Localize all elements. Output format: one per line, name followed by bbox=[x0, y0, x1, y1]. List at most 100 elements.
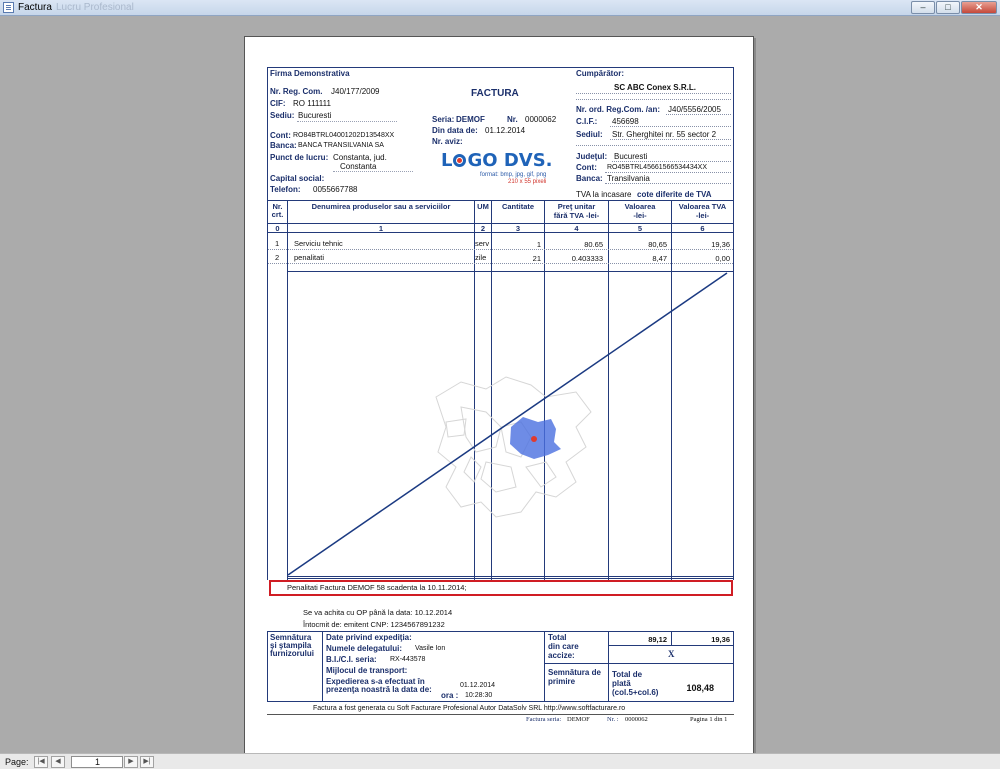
foot-nr-label: Nr. : bbox=[607, 716, 619, 723]
cell-valoare: 80,65 bbox=[648, 240, 667, 249]
supplier-reg-label: Nr. Reg. Com. bbox=[270, 87, 323, 96]
col-header-denumire: Denumirea produselor sau a serviciilor bbox=[311, 202, 451, 211]
cell-valoare: 8,47 bbox=[652, 254, 667, 263]
supplier-name: Firma Demonstrativa bbox=[270, 69, 350, 78]
col-header-pret-1: Preţ unitar bbox=[557, 202, 596, 211]
buyer-banca-label: Banca: bbox=[576, 174, 603, 183]
col-number: 4 bbox=[574, 224, 579, 233]
invoice-serie: DEMOF bbox=[456, 115, 485, 124]
semn-primire-1: Semnătura de bbox=[548, 668, 601, 677]
col-header-cantitate: Cantitate bbox=[501, 202, 535, 211]
supplier-capital-label: Capital social: bbox=[270, 174, 325, 183]
delegat-value: Vasile Ion bbox=[415, 645, 446, 652]
supplier-telefon-label: Telefon: bbox=[270, 185, 301, 194]
foot-page: Pagina 1 din 1 bbox=[690, 716, 728, 723]
supplier-punct-2: Constanta bbox=[340, 162, 377, 171]
buyer-cont-label: Cont: bbox=[576, 163, 597, 172]
supplier-cont: RO84BTRL04001202D13548XX bbox=[293, 132, 395, 139]
next-page-button[interactable]: ▶ bbox=[124, 756, 138, 768]
company-logo: L GO DVS. bbox=[441, 150, 553, 171]
buyer-reg: J40/5556/2005 bbox=[668, 105, 721, 114]
col-number: 3 bbox=[515, 224, 521, 233]
invoice-date-label: Din data de: bbox=[432, 126, 478, 135]
supplier-reg: J40/177/2009 bbox=[331, 87, 380, 96]
total-plata-1: Total de bbox=[612, 670, 643, 679]
buyer-sediu-label: Sediul: bbox=[576, 130, 603, 139]
col-header-valoare-1: Valoarea bbox=[624, 202, 656, 211]
first-page-button[interactable]: |◀ bbox=[34, 756, 48, 768]
ora-value: 10:28:30 bbox=[465, 692, 493, 699]
logo-o-icon bbox=[453, 154, 467, 167]
app-icon bbox=[3, 2, 14, 13]
cell-denumire: Serviciu tehnic bbox=[294, 239, 343, 248]
issuer-line: Întocmit de: emitent CNP: 1234567891232 bbox=[303, 620, 445, 629]
total-label-2: din care bbox=[548, 642, 579, 651]
minimize-button[interactable]: – bbox=[911, 1, 935, 14]
buyer-sediu: Str. Gherghitei nr. 55 sector 2 bbox=[612, 130, 717, 139]
invoice-date: 01.12.2014 bbox=[485, 126, 526, 135]
col-header-tva-2: -lei- bbox=[695, 211, 710, 220]
buyer-cont: RO45BTRL45661566534434XX bbox=[607, 164, 708, 171]
prev-page-button[interactable]: ◀ bbox=[51, 756, 65, 768]
logo-formats: format: bmp, jpg, gif, png bbox=[480, 172, 547, 178]
exped-data: 01.12.2014 bbox=[460, 682, 496, 689]
col-header-tva-1: Valoarea TVA bbox=[678, 202, 727, 211]
col-number: 5 bbox=[637, 224, 643, 233]
buyer-judet: Bucuresti bbox=[614, 152, 648, 161]
col-number: 0 bbox=[275, 224, 280, 233]
total-label-1: Total bbox=[548, 633, 567, 642]
report-viewer[interactable]: Firma Demonstrativa Nr. Reg. Com. J40/17… bbox=[0, 16, 1000, 763]
col-header-nr: Nr. crt. bbox=[271, 202, 284, 219]
supplier-punct-label: Punct de lucru: bbox=[270, 153, 329, 162]
total-tva: 19,36 bbox=[711, 635, 730, 644]
cell-pret: 0.403333 bbox=[571, 254, 603, 263]
window-title: Factura bbox=[18, 2, 52, 13]
buyer-name: SC ABC Conex S.R.L. bbox=[614, 83, 696, 92]
cell-cantitate: 21 bbox=[532, 254, 541, 263]
buyer-reg-label: Nr. ord. Reg.Com. /an: bbox=[576, 105, 661, 114]
total-plata-3: (col.5+col.6) bbox=[612, 688, 659, 697]
supplier-cif: RO 111111 bbox=[293, 99, 331, 108]
accize-mark: X bbox=[668, 649, 675, 659]
window-title-ghost: Lucru Profesional bbox=[56, 2, 134, 13]
col-header-pret-2: fără TVA -lei- bbox=[553, 211, 600, 220]
supplier-sediu: Bucuresti bbox=[298, 111, 332, 120]
semn-primire-2: primire bbox=[548, 677, 576, 686]
logo-size: 210 x 55 pixeli bbox=[508, 179, 547, 185]
cell-cantitate: 1 bbox=[536, 240, 541, 249]
ora-label: ora : bbox=[441, 691, 459, 700]
buyer-header: Cumpărător: bbox=[576, 69, 625, 78]
cell-um: zile bbox=[475, 253, 487, 262]
supplier-telefon: 0055667788 bbox=[313, 185, 358, 194]
expeditie-label: Date privind expediţia: bbox=[326, 633, 412, 642]
buyer-cif-label: C.I.F.: bbox=[576, 117, 598, 126]
col-header-valoare-2: -lei- bbox=[633, 211, 647, 220]
cell-um: serv bbox=[475, 239, 490, 248]
last-page-button[interactable]: ▶| bbox=[140, 756, 154, 768]
maximize-button[interactable]: □ bbox=[936, 1, 960, 14]
supplier-banca-label: Banca: bbox=[270, 141, 297, 150]
total-plata-2: plată bbox=[612, 679, 631, 688]
bi-value: RX-443578 bbox=[390, 656, 426, 663]
supplier-sediu-label: Sediu: bbox=[270, 111, 295, 120]
page-number-input[interactable]: 1 bbox=[71, 756, 123, 768]
cell-tva: 0,00 bbox=[715, 254, 730, 263]
invoice-nr-label: Nr. bbox=[507, 115, 518, 124]
buyer-banca: Transilvania bbox=[607, 174, 650, 183]
tva-rates: cote diferite de TVA bbox=[637, 190, 712, 199]
page-label: Page: bbox=[5, 757, 29, 767]
page-navigation-bar: Page: |◀ ◀ 1 ▶ ▶| bbox=[0, 753, 1000, 769]
col-number: 2 bbox=[480, 224, 486, 233]
supplier-punct-1: Constanta, jud. bbox=[333, 153, 387, 162]
cell-pret: 80.65 bbox=[584, 240, 603, 249]
transport-label: Mijlocul de transport: bbox=[326, 666, 408, 675]
buyer-judet-label: Judeţul: bbox=[576, 152, 608, 161]
cell-denumire: penalitati bbox=[294, 253, 325, 262]
delegat-label: Numele delegatului: bbox=[326, 644, 403, 653]
supplier-cont-label: Cont: bbox=[270, 131, 291, 140]
close-button[interactable]: ✕ bbox=[961, 1, 997, 14]
col-number: 1 bbox=[378, 224, 384, 233]
buyer-cif: 456698 bbox=[612, 117, 639, 126]
bi-label: B.I./C.I. seria: bbox=[326, 655, 377, 664]
col-header-um: UM bbox=[477, 202, 489, 211]
